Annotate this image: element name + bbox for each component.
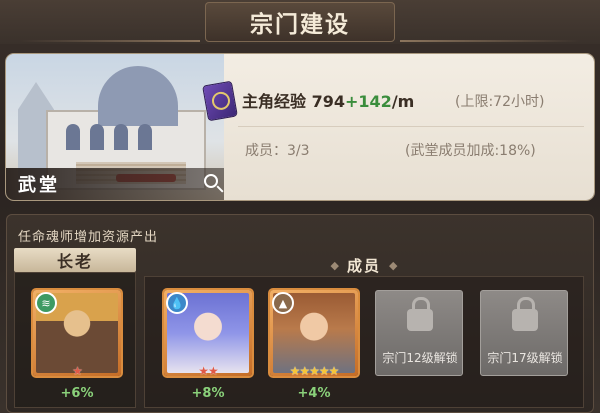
- member-bonus: +8%: [191, 386, 225, 401]
- locked-slot[interactable]: 宗门12级解锁: [375, 290, 463, 376]
- title-ornament-right: [400, 40, 580, 42]
- assignment-hint: 任命魂师增加资源产出: [18, 230, 159, 245]
- lock-icon: [407, 297, 433, 331]
- hall-bonus: (武堂成员加成:18%): [405, 143, 536, 159]
- hall-name-bar: 武堂: [6, 168, 224, 200]
- elder-bonus: +6%: [60, 386, 94, 401]
- member-count: 成员：3/3: [245, 143, 310, 159]
- magnifier-icon[interactable]: [198, 168, 224, 194]
- divider: [238, 126, 584, 127]
- exp-book-icon: [203, 81, 237, 121]
- elder-title: 长老: [56, 252, 93, 271]
- unlock-requirement: 宗门17级解锁: [487, 351, 563, 365]
- diamond-icon: ◆: [389, 258, 398, 272]
- member-stars: ★★★★★: [289, 364, 340, 378]
- title-ornament-left: [20, 40, 200, 42]
- diamond-icon: ◆: [330, 258, 339, 272]
- member-stars: ★★: [198, 364, 219, 378]
- hall-name: 武堂: [18, 175, 60, 196]
- locked-slot[interactable]: 宗门17级解锁: [480, 290, 568, 376]
- lock-icon: [512, 297, 538, 331]
- member-title: 成员: [346, 256, 381, 275]
- exp-unit: /m: [391, 92, 415, 111]
- exp-base: 794: [311, 92, 345, 111]
- title-plate: 宗门建设: [205, 2, 395, 42]
- member-header: ◆ 成员 ◆: [144, 254, 584, 276]
- exp-increase: +142: [345, 92, 392, 111]
- water-element-icon: 💧: [166, 292, 188, 314]
- page-title: 宗门建设: [250, 12, 350, 38]
- elder-stars: ★: [72, 364, 83, 378]
- elder-header: 长老: [14, 248, 136, 272]
- exp-limit: (上限:72小时): [455, 94, 545, 110]
- member-bonus: +4%: [297, 386, 331, 401]
- exp-rate: 主角经验 794+142/m: [242, 88, 414, 112]
- role-badge-icon: ≋: [35, 292, 57, 314]
- mountain-element-icon: ▲: [272, 292, 294, 314]
- unlock-requirement: 宗门12级解锁: [382, 351, 458, 365]
- exp-label: 主角经验: [242, 92, 307, 111]
